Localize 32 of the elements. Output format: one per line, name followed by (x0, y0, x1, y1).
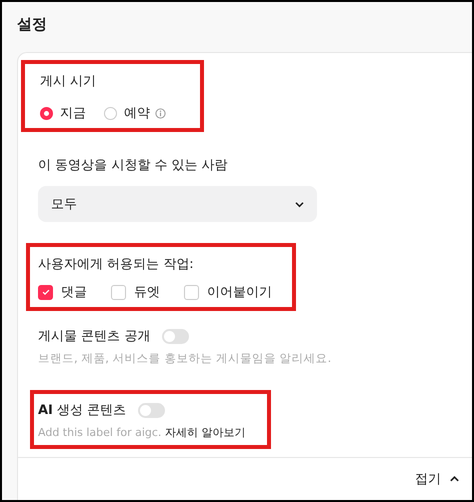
radio-option[interactable]: 지금 (40, 104, 86, 122)
toggle-switch[interactable] (162, 328, 190, 344)
checkbox[interactable] (184, 284, 199, 300)
toggle-switch[interactable] (138, 402, 166, 418)
description-text: Add this label for aigc. 자세히 알아보기 (38, 425, 246, 440)
checkbox-option[interactable]: 이어붙이기 (184, 283, 272, 301)
checkbox[interactable] (38, 284, 53, 300)
option-label: 지금 (60, 105, 86, 122)
collapse-button[interactable]: 접기 (415, 468, 460, 490)
checkbox-option[interactable]: 댓글 (38, 283, 87, 301)
section-label: 게시물 콘텐츠 공개 (38, 328, 150, 345)
option-label: 이어붙이기 (207, 284, 272, 301)
radio-button[interactable] (104, 106, 117, 120)
learn-more-link[interactable]: 자세히 알아보기 (164, 426, 246, 439)
radio-option[interactable]: 예약 (104, 104, 166, 122)
option-label: 댓글 (61, 284, 87, 301)
checkbox[interactable] (111, 284, 126, 300)
section-label: 게시 시기 (40, 73, 98, 90)
check-icon (40, 287, 50, 297)
section-label: AI 생성 콘텐츠 (38, 402, 126, 419)
page-title: 설정 (16, 14, 48, 35)
chevron-down-icon (294, 200, 305, 208)
info-icon[interactable] (155, 108, 166, 118)
option-label: 예약 (124, 105, 150, 122)
description-text: 브랜드, 제품, 서비스를 홍보하는 게시물임을 알리세요. (38, 351, 332, 366)
checkbox-option[interactable]: 듀엣 (111, 283, 160, 301)
chevron-up-icon (449, 475, 460, 483)
radio-button[interactable] (40, 106, 53, 120)
audience-dropdown[interactable]: 모두 (38, 186, 317, 222)
option-label: 듀엣 (134, 284, 160, 301)
section-label: 이 동영상을 시청할 수 있는 사람 (38, 157, 229, 174)
section-label: 사용자에게 허용되는 작업: (38, 256, 195, 273)
